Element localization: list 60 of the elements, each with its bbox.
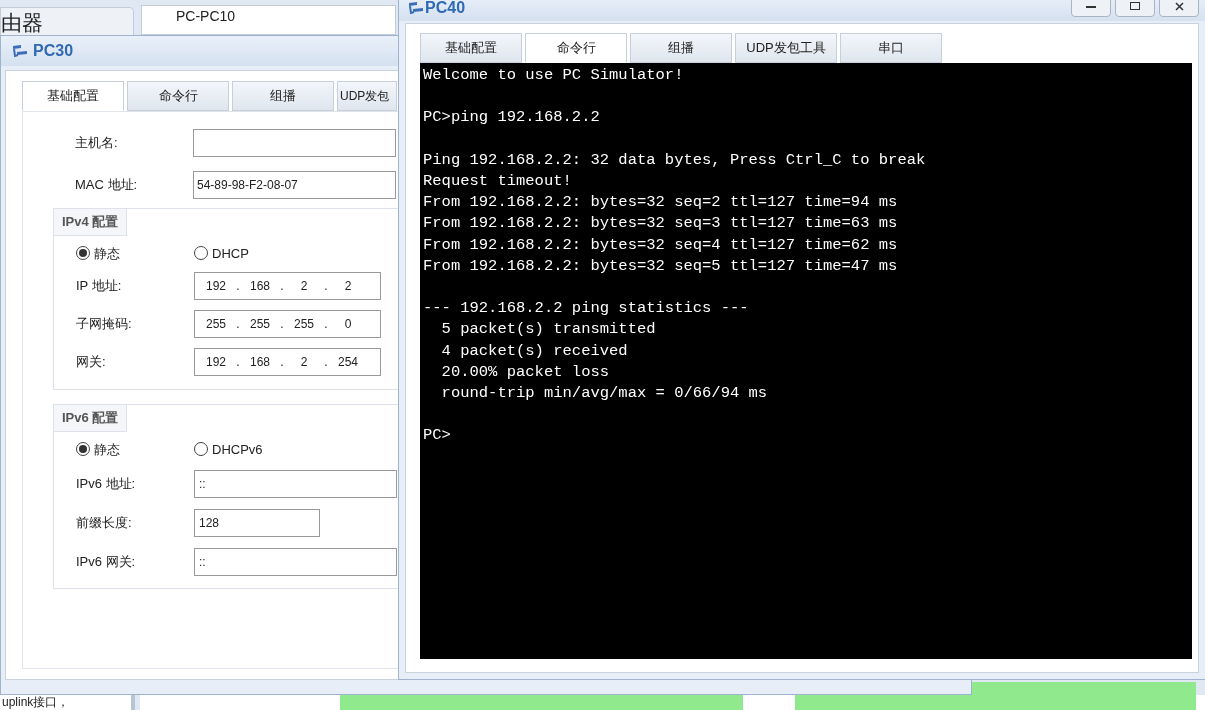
terminal-line: Welcome to use PC Simulator! xyxy=(423,65,685,86)
minimize-button[interactable] xyxy=(1071,0,1111,17)
terminal-line: --- 192.168.2.2 ping statistics --- xyxy=(423,298,750,320)
tab[interactable]: 组播 xyxy=(232,81,334,111)
radio-label: DHCP xyxy=(212,244,249,263)
terminal-line: 4 packet(s) received xyxy=(440,340,629,362)
terminal-line: PC>ping 192.168.2.2 xyxy=(423,107,601,129)
input-field[interactable]: 54-89-98-F2-08-07 xyxy=(193,171,396,199)
bottom-text: uplink接口， xyxy=(1,695,71,709)
input-field[interactable]: :: xyxy=(194,470,397,498)
field-label: IPv6 网关: xyxy=(75,553,137,572)
terminal-line: PC> xyxy=(423,425,452,447)
tab[interactable]: 串口 xyxy=(840,33,942,63)
ip-address-field[interactable]: 192 . 168 . 2 . 254 xyxy=(194,348,381,376)
radio-label: 静态 xyxy=(94,440,120,459)
ip-address-field[interactable]: 255 . 255 . 255 . 0 xyxy=(194,310,381,338)
field-label: IP 地址: xyxy=(75,277,123,296)
field-label: 子网掩码: xyxy=(75,315,133,334)
field-label: 网关: xyxy=(75,353,107,372)
radio-button[interactable] xyxy=(194,442,208,457)
terminal-line: From 192.168.2.2: bytes=32 seq=4 ttl=127 time=62 ms xyxy=(423,234,899,256)
input-field[interactable]: :: xyxy=(194,548,397,576)
window-title: PC40 xyxy=(425,0,466,16)
window-title: PC30 xyxy=(33,41,74,61)
terminal-line: Request timeout! xyxy=(423,171,573,192)
terminal[interactable] xyxy=(420,63,1192,659)
tab[interactable]: PC-PC10 xyxy=(141,5,396,35)
group-title: IPv4 配置 xyxy=(54,209,128,236)
terminal-line: 5 packet(s) transmitted xyxy=(440,319,657,341)
terminal-line: From 192.168.2.2: bytes=32 seq=5 ttl=127 time=47 ms xyxy=(423,255,899,277)
maximize-button[interactable] xyxy=(1115,0,1155,17)
tab[interactable]: 命令行 xyxy=(127,81,229,111)
tab[interactable]: UDP发包 xyxy=(337,81,397,111)
close-icon xyxy=(1174,2,1184,11)
network-pc-icon xyxy=(11,43,29,59)
field-label: IPv6 地址: xyxy=(75,475,137,494)
tab[interactable]: 基础配置 xyxy=(420,33,522,63)
radio-label: 静态 xyxy=(94,244,120,263)
terminal-line: Ping 192.168.2.2: 32 data bytes, Press Ctrl_C to break xyxy=(423,149,927,171)
field-label: MAC 地址: xyxy=(74,176,139,195)
radio-button[interactable] xyxy=(76,442,90,457)
ip-address-field[interactable]: 192 . 168 . 2 . 2 xyxy=(194,272,381,300)
radio-label: DHCPv6 xyxy=(212,440,263,459)
group-title: IPv6 配置 xyxy=(54,405,128,432)
tab[interactable]: 基础配置 xyxy=(22,81,124,111)
input-field[interactable]: 128 xyxy=(194,509,320,537)
network-pc-icon xyxy=(407,0,425,16)
field-label: 主机名: xyxy=(74,134,119,153)
radio-button[interactable] xyxy=(194,246,208,261)
tab[interactable]: 命令行 xyxy=(525,33,627,63)
input-field[interactable] xyxy=(193,129,396,157)
radio-button[interactable] xyxy=(76,246,90,261)
terminal-line: From 192.168.2.2: bytes=32 seq=2 ttl=127 time=94 ms xyxy=(423,192,899,214)
terminal-line: 20.00% packet loss xyxy=(440,361,611,383)
terminal-line: From 192.168.2.2: bytes=32 seq=3 ttl=127 time=63 ms xyxy=(423,213,899,235)
close-button[interactable] xyxy=(1159,0,1199,17)
terminal-line: round-trip min/avg/max = 0/66/94 ms xyxy=(440,383,769,404)
tab[interactable]: 组播 xyxy=(630,33,732,63)
tab[interactable]: UDP发包工具 xyxy=(735,33,837,63)
field-label: 前缀长度: xyxy=(75,514,133,533)
